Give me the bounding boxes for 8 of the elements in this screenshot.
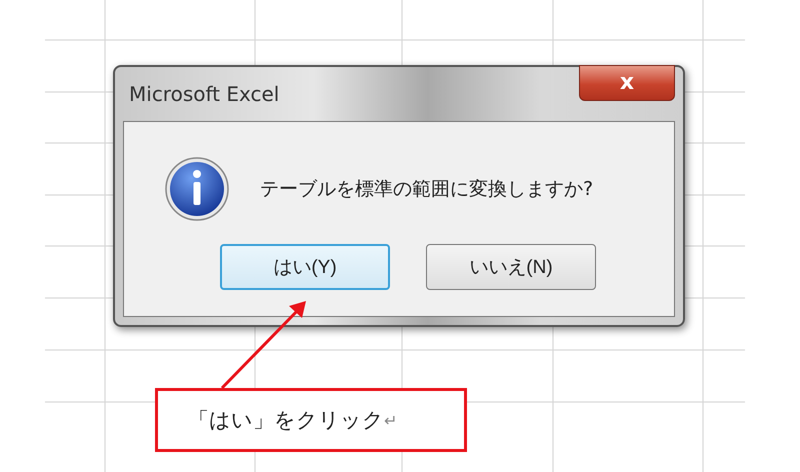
no-button[interactable]: いいえ(N) [426, 244, 596, 290]
information-icon [164, 156, 230, 222]
dialog-message: テーブルを標準の範囲に変換しますか? [260, 177, 594, 202]
close-button[interactable]: x [579, 65, 675, 101]
window-title: Microsoft Excel [128, 82, 280, 106]
yes-button[interactable]: はい(Y) [220, 244, 390, 290]
callout-text: 「はい」をクリック [188, 407, 384, 434]
return-mark: ↵ [384, 410, 398, 430]
